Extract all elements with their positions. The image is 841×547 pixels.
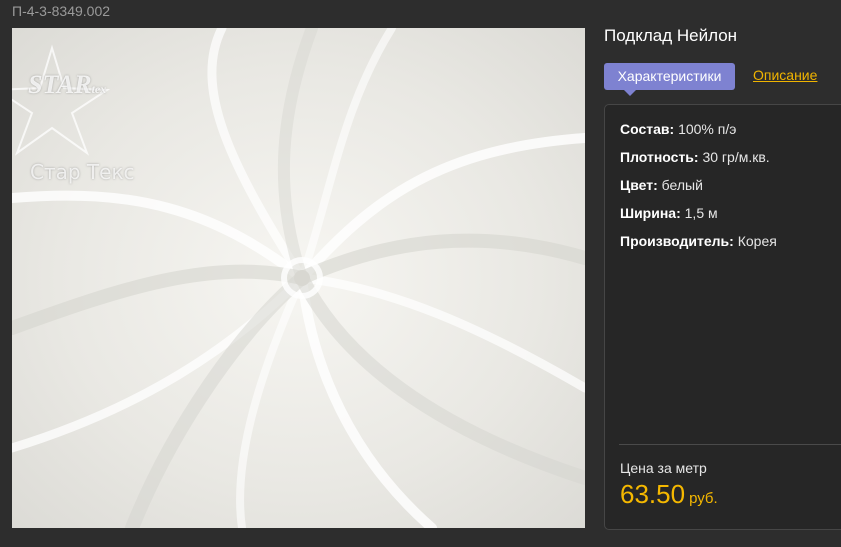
spec-manufacturer: Производитель: Корея — [620, 233, 777, 249]
spec-width: Ширина: 1,5 м — [620, 205, 718, 221]
brand-watermark: Стар Текс — [30, 160, 135, 184]
product-photo[interactable]: STARtex Стар Текс — [12, 28, 585, 528]
specs-list: Состав: 100% п/э Плотность: 30 гр/м.кв. … — [620, 121, 777, 261]
spec-density: Плотность: 30 гр/м.кв. — [620, 149, 770, 165]
product-sku: П-4-3-8349.002 — [12, 3, 111, 19]
brand-logo: STARtex — [28, 70, 107, 99]
product-title: Подклад Нейлон — [604, 26, 738, 45]
spec-composition: Состав: 100% п/э — [620, 121, 737, 137]
price-label: Цена за метр — [620, 460, 707, 476]
price-currency: руб. — [689, 490, 718, 507]
tab-description[interactable]: Описание — [753, 67, 817, 83]
spec-color: Цвет: белый — [620, 177, 703, 193]
price-divider — [619, 444, 841, 445]
price: 63.50 руб. — [620, 479, 718, 510]
fabric-image — [12, 28, 585, 528]
price-value: 63.50 — [620, 479, 686, 509]
specs-panel: Состав: 100% п/э Плотность: 30 гр/м.кв. … — [604, 104, 841, 530]
tab-characteristics[interactable]: Характеристики — [604, 63, 735, 96]
